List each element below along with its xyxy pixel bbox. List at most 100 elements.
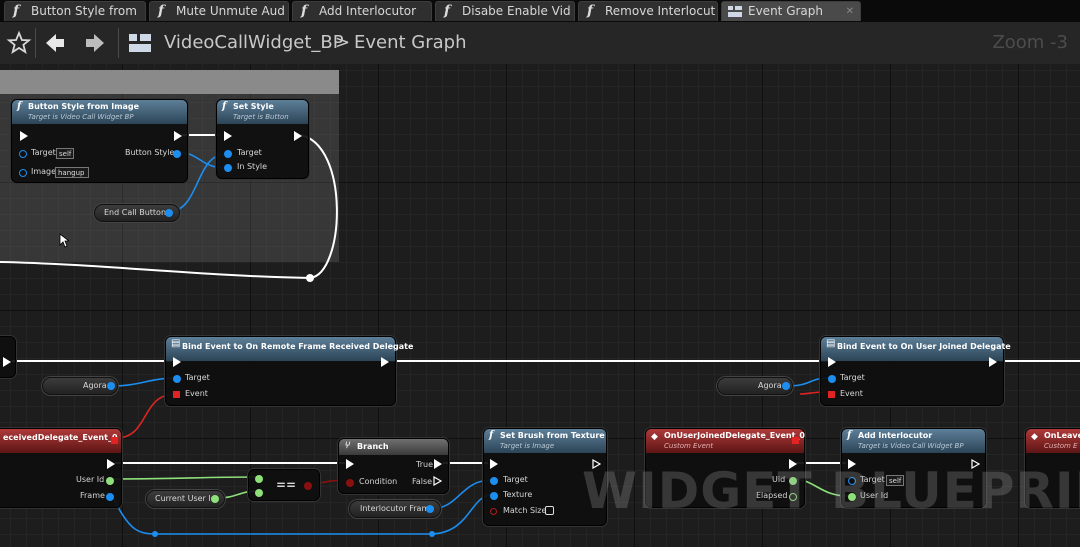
exec-in-pin[interactable]	[828, 357, 836, 367]
node-title: OnLeave	[1044, 431, 1080, 440]
pin-label: Texture	[503, 490, 533, 499]
breadcrumb-blueprint[interactable]: VideoCallWidget_BP	[164, 32, 344, 53]
variable-label: End Call Button	[104, 208, 167, 217]
node-remote-frame-received-event[interactable]: eceivedDelegate_Event_0 User Id Frame	[0, 428, 122, 508]
exec-in-pin[interactable]	[346, 459, 354, 469]
back-arrow-icon[interactable]	[42, 30, 68, 56]
variable-interlocutor-frame[interactable]: Interlocutor Frame	[349, 500, 441, 518]
node-title: eceivedDelegate_Event_0	[3, 433, 118, 442]
tab-bar: f Button Style from f Mute Unmute Aud f …	[0, 0, 1080, 22]
variable-current-user-id[interactable]: Current User Id	[146, 490, 225, 508]
pin-label: In Style	[237, 162, 268, 171]
tab-label: Button Style from	[31, 4, 137, 18]
exec-in-pin[interactable]	[20, 131, 28, 141]
frame-pin[interactable]	[106, 493, 114, 501]
exec-in-pin[interactable]	[224, 131, 232, 141]
node-subtitle: Target is Video Call Widget BP	[858, 442, 964, 450]
variable-agora[interactable]: Agora	[42, 377, 118, 395]
function-icon: f	[587, 3, 594, 19]
function-icon: f	[444, 3, 451, 19]
exec-out-pin[interactable]	[174, 131, 182, 141]
tab-label: Mute Unmute Aud	[176, 4, 285, 18]
target-pin[interactable]	[828, 375, 836, 383]
exec-true-pin[interactable]	[434, 459, 442, 469]
node-partial[interactable]	[0, 336, 16, 378]
event-icon: ◆	[1031, 432, 1038, 442]
target-pin[interactable]	[490, 477, 498, 485]
node-bind-remote-frame[interactable]: ▤ Bind Event to On Remote Frame Received…	[165, 336, 413, 406]
event-pin[interactable]	[173, 391, 180, 398]
input-b-pin[interactable]	[255, 489, 263, 497]
function-icon: f	[158, 3, 165, 19]
exec-in-pin[interactable]	[173, 357, 181, 367]
variable-end-call-button[interactable]: End Call Button	[94, 204, 180, 222]
breadcrumb-graph[interactable]: Event Graph	[354, 32, 467, 53]
forward-arrow-icon[interactable]	[82, 30, 108, 56]
variable-out-pin[interactable]	[107, 382, 115, 390]
tab-label: Add Interlocutor	[319, 4, 417, 18]
tab-add-interlocutor[interactable]: f Add Interlocutor	[292, 1, 432, 21]
delegate-pin[interactable]	[792, 437, 799, 444]
image-pin[interactable]	[19, 169, 27, 177]
exec-out-pin[interactable]	[989, 357, 997, 367]
match-size-pin[interactable]	[490, 508, 497, 515]
function-icon: f	[13, 3, 20, 19]
node-bind-user-joined[interactable]: ▤ Bind Event to On User Joined Delegate …	[820, 336, 1011, 406]
node-branch[interactable]: ⑂ Branch True Condition False	[338, 438, 449, 494]
pin-label: User Id	[76, 475, 105, 484]
variable-out-pin[interactable]	[165, 209, 173, 217]
blueprint-graph-icon	[129, 34, 151, 52]
node-title: Button Style from Image	[28, 102, 140, 111]
image-asset-selector[interactable]: hangup	[55, 167, 89, 178]
target-pin[interactable]	[224, 150, 232, 158]
target-pin[interactable]	[173, 375, 181, 383]
event-pin[interactable]	[828, 391, 835, 398]
node-title: Set Brush from Texture	[500, 431, 605, 440]
exec-out-pin[interactable]	[381, 357, 389, 367]
bool-out-pin[interactable]	[304, 482, 312, 490]
favorite-star-icon[interactable]	[6, 30, 32, 56]
pin-label: Target	[237, 148, 262, 157]
texture-pin[interactable]	[490, 492, 498, 500]
event-icon: ◆	[651, 432, 658, 442]
variable-agora[interactable]: Agora	[717, 377, 793, 395]
node-button-style-from-image[interactable]: f Button Style from Image Target is Vide…	[11, 99, 188, 183]
exec-in-pin[interactable]	[490, 459, 498, 469]
function-icon: f	[17, 101, 22, 112]
exec-out-pin[interactable]	[107, 459, 115, 469]
variable-out-pin[interactable]	[782, 382, 790, 390]
pin-label: True	[416, 460, 433, 469]
tab-disabe-enable-vid[interactable]: f Disabe Enable Vid	[435, 1, 575, 21]
exec-out-pin[interactable]	[294, 131, 302, 141]
condition-pin[interactable]	[346, 479, 354, 487]
variable-label: Agora	[83, 381, 107, 390]
match-size-checkbox[interactable]	[545, 506, 554, 515]
pin-label: Target	[840, 373, 865, 382]
user-id-pin[interactable]	[106, 477, 114, 485]
operator-label: ==	[276, 478, 297, 492]
tab-mute-unmute-aud[interactable]: f Mute Unmute Aud	[149, 1, 289, 21]
graph-canvas[interactable]: f Button Style from Image Target is Vide…	[0, 64, 1080, 547]
tab-button-style-from[interactable]: f Button Style from	[4, 1, 146, 21]
tab-event-graph[interactable]: Event Graph ✕	[721, 1, 861, 21]
button-style-out-pin[interactable]	[173, 150, 181, 158]
node-title: Set Style	[233, 102, 274, 111]
node-equals[interactable]: ==	[248, 469, 320, 501]
node-title: Branch	[357, 442, 389, 451]
target-pin[interactable]	[19, 150, 27, 158]
exec-out-pin[interactable]	[3, 357, 11, 367]
variable-out-pin[interactable]	[426, 505, 434, 513]
node-set-style[interactable]: f Set Style Target is Button Target In S…	[216, 99, 309, 179]
branch-icon: ⑂	[344, 441, 350, 451]
close-icon[interactable]: ✕	[846, 2, 854, 21]
delegate-pin[interactable]	[111, 437, 118, 444]
graph-icon	[728, 6, 742, 17]
variable-out-pin[interactable]	[211, 495, 219, 503]
pin-label: Target	[503, 475, 528, 484]
tab-label: Remove Interlocut	[605, 4, 716, 18]
tab-remove-interlocut[interactable]: f Remove Interlocut	[578, 1, 718, 21]
input-a-pin[interactable]	[255, 475, 263, 483]
mouse-cursor-icon	[59, 233, 69, 248]
in-style-pin[interactable]	[224, 164, 232, 172]
target-value[interactable]: self	[56, 148, 75, 159]
